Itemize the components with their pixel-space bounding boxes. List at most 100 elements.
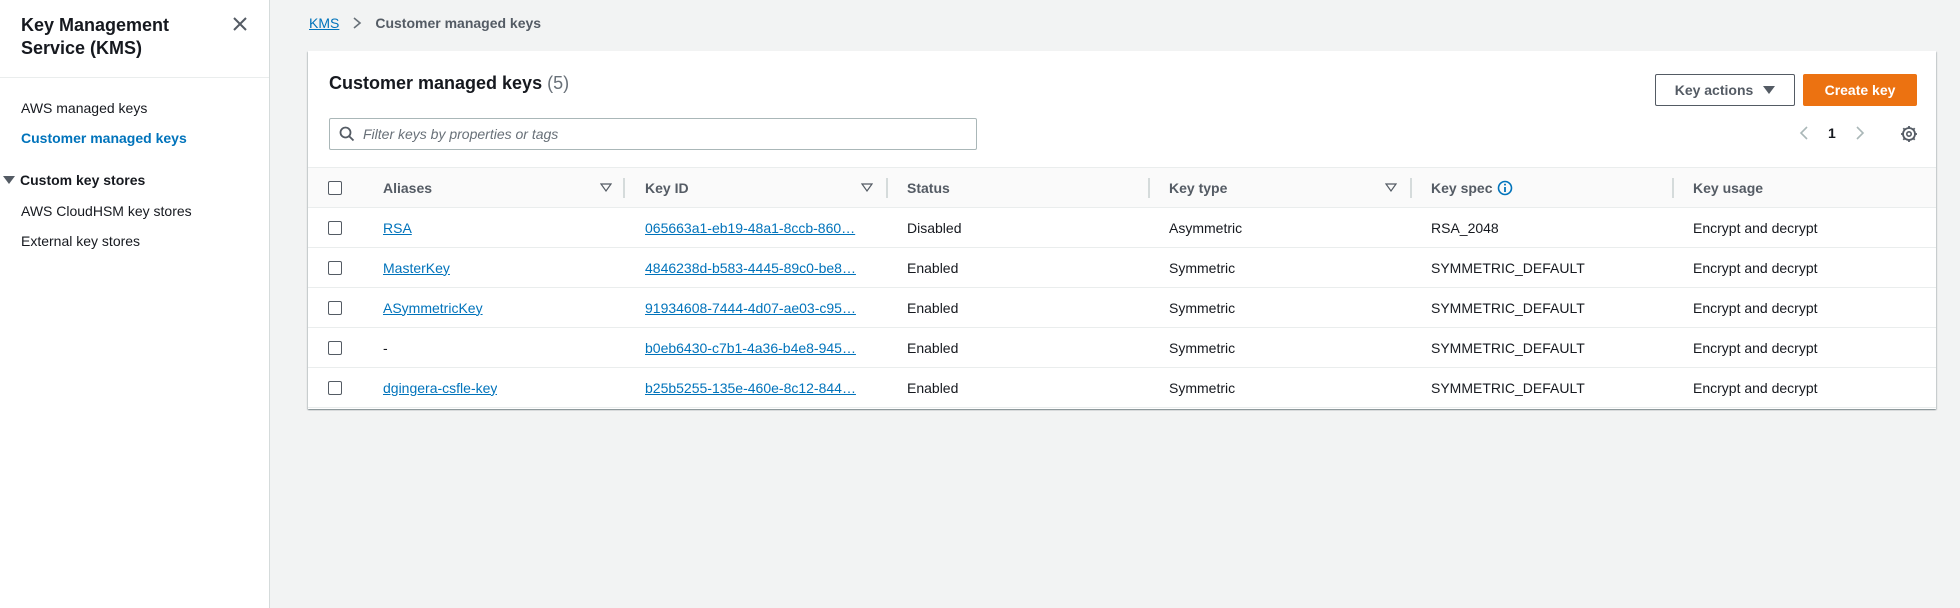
sort-icon[interactable] xyxy=(861,181,873,193)
gear-icon[interactable] xyxy=(1900,125,1918,143)
sidebar-title: Key Management Service (KMS) xyxy=(21,15,170,58)
cell-key-type: Symmetric xyxy=(1169,259,1236,276)
breadcrumb: KMS Customer managed keys xyxy=(309,15,541,31)
sidebar-item-customer-managed-keys[interactable]: Customer managed keys xyxy=(21,130,187,146)
key-actions-label: Key actions xyxy=(1674,82,1754,98)
cell-status: Enabled xyxy=(907,339,959,356)
key-id-link[interactable]: b0eb6430-c7b1-4a36-b4e8-945… xyxy=(645,340,867,356)
search-icon xyxy=(339,126,355,142)
caret-down-icon xyxy=(1763,86,1776,94)
close-icon[interactable] xyxy=(230,14,250,34)
cell-key-id: 065663a1-eb19-48a1-8ccb-860… xyxy=(645,208,867,247)
cell-key-spec: SYMMETRIC_DEFAULT xyxy=(1431,259,1585,276)
key-alias-link[interactable]: dgingera-csfle-key xyxy=(383,380,497,396)
cell-key-id: 91934608-7444-4d07-ae03-c95… xyxy=(645,288,867,327)
cell-key-usage: Encrypt and decrypt xyxy=(1693,379,1818,396)
cell-alias: ASymmetricKey xyxy=(383,288,483,327)
column-header-aliases[interactable]: Aliases xyxy=(383,168,432,207)
key-spec-label: Key spec xyxy=(1431,179,1493,196)
cell-key-type: Symmetric xyxy=(1169,339,1236,356)
row-checkbox[interactable] xyxy=(328,381,342,395)
key-alias-link[interactable]: ASymmetricKey xyxy=(383,300,483,316)
table-row[interactable]: ASymmetricKey 91934608-7444-4d07-ae03-c95… xyxy=(308,288,1936,328)
table-row[interactable]: RSA 065663a1-eb19-48a1-8ccb-860… Disabled A… xyxy=(308,208,1936,248)
search-input[interactable] xyxy=(363,126,963,142)
keys-panel: Customer managed keys (5) Key actions Cr… xyxy=(308,51,1936,409)
cell-key-usage: Encrypt and decrypt xyxy=(1693,259,1818,276)
caret-down-icon xyxy=(3,176,15,184)
cell-alias: RSA xyxy=(383,208,412,247)
table-row[interactable]: dgingera-csfle-key b25b5255-135e-460e-8c1… xyxy=(308,368,1936,408)
sidebar-section-custom-key-stores[interactable]: Custom key stores xyxy=(3,172,145,188)
key-alias-empty: - xyxy=(383,339,388,356)
cell-status: Enabled xyxy=(907,299,959,316)
page-title: Customer managed keys (5) xyxy=(329,73,569,94)
column-divider[interactable] xyxy=(1148,178,1150,198)
page-number[interactable]: 1 xyxy=(1828,125,1836,141)
cell-key-id: b0eb6430-c7b1-4a36-b4e8-945… xyxy=(645,328,867,367)
cell-key-usage: Encrypt and decrypt xyxy=(1693,219,1818,236)
sidebar-item-aws-managed-keys[interactable]: AWS managed keys xyxy=(21,100,147,116)
cell-alias: dgingera-csfle-key xyxy=(383,368,497,407)
create-key-button[interactable]: Create key xyxy=(1803,74,1917,106)
sort-icon[interactable] xyxy=(1385,181,1397,193)
table-row[interactable]: MasterKey 4846238d-b583-4445-89c0-be8… Ena… xyxy=(308,248,1936,288)
column-header-status: Status xyxy=(907,179,950,196)
sidebar: Key Management Service (KMS) AWS managed… xyxy=(0,0,270,608)
breadcrumb-kms[interactable]: KMS xyxy=(309,15,339,31)
key-id-link[interactable]: 91934608-7444-4d07-ae03-c95… xyxy=(645,300,867,316)
table-body: RSA 065663a1-eb19-48a1-8ccb-860… Disabled A… xyxy=(308,208,1936,408)
cell-key-usage: Encrypt and decrypt xyxy=(1693,339,1818,356)
column-divider[interactable] xyxy=(623,178,625,198)
key-actions-button[interactable]: Key actions xyxy=(1655,74,1795,106)
column-header-key-usage: Key usage xyxy=(1693,179,1764,196)
table-header: Aliases Key ID Status Key type Key spec … xyxy=(308,167,1936,208)
cell-key-usage: Encrypt and decrypt xyxy=(1693,299,1818,316)
cell-key-id: b25b5255-135e-460e-8c12-844… xyxy=(645,368,867,407)
cell-status: Enabled xyxy=(907,259,959,276)
key-alias-link[interactable]: MasterKey xyxy=(383,260,450,276)
chevron-right-icon[interactable] xyxy=(1854,125,1866,141)
select-all-checkbox[interactable] xyxy=(328,181,342,195)
key-id-link[interactable]: b25b5255-135e-460e-8c12-844… xyxy=(645,380,867,396)
sidebar-divider xyxy=(0,77,269,78)
key-alias-link[interactable]: RSA xyxy=(383,220,412,236)
chevron-right-icon xyxy=(353,17,362,29)
pagination: 1 xyxy=(1798,125,1866,141)
cell-key-type: Symmetric xyxy=(1169,379,1236,396)
row-checkbox[interactable] xyxy=(328,261,342,275)
cell-key-spec: RSA_2048 xyxy=(1431,219,1499,236)
cell-key-type: Symmetric xyxy=(1169,299,1236,316)
panel-title-text: Customer managed keys xyxy=(329,73,543,93)
cell-status: Enabled xyxy=(907,379,959,396)
column-header-key-id[interactable]: Key ID xyxy=(645,168,689,207)
panel-count: (5) xyxy=(547,73,570,93)
keys-table: Aliases Key ID Status Key type Key spec … xyxy=(308,167,1936,408)
sort-icon[interactable] xyxy=(600,181,612,193)
row-checkbox[interactable] xyxy=(328,341,342,355)
cell-status: Disabled xyxy=(907,219,962,236)
column-divider[interactable] xyxy=(1410,178,1412,198)
sidebar-item-external-key-stores[interactable]: External key stores xyxy=(21,233,140,249)
info-icon[interactable] xyxy=(1497,180,1513,196)
cell-key-spec: SYMMETRIC_DEFAULT xyxy=(1431,299,1585,316)
row-checkbox[interactable] xyxy=(328,301,342,315)
sidebar-item-cloudhsm-key-stores[interactable]: AWS CloudHSM key stores xyxy=(21,203,192,219)
row-checkbox[interactable] xyxy=(328,221,342,235)
column-header-key-spec: Key spec xyxy=(1431,168,1513,207)
column-divider[interactable] xyxy=(1672,178,1674,198)
column-divider[interactable] xyxy=(886,178,888,198)
cell-key-spec: SYMMETRIC_DEFAULT xyxy=(1431,379,1585,396)
cell-key-spec: SYMMETRIC_DEFAULT xyxy=(1431,339,1585,356)
sidebar-section-label: Custom key stores xyxy=(20,172,146,188)
column-header-key-type[interactable]: Key type xyxy=(1169,168,1227,207)
table-row[interactable]: - b0eb6430-c7b1-4a36-b4e8-945… Enabled Symm… xyxy=(308,328,1936,368)
cell-key-id: 4846238d-b583-4445-89c0-be8… xyxy=(645,248,867,287)
search-box[interactable] xyxy=(329,118,977,150)
key-id-link[interactable]: 065663a1-eb19-48a1-8ccb-860… xyxy=(645,220,867,236)
chevron-left-icon[interactable] xyxy=(1798,125,1810,141)
cell-alias: MasterKey xyxy=(383,248,450,287)
key-id-link[interactable]: 4846238d-b583-4445-89c0-be8… xyxy=(645,260,867,276)
cell-key-type: Asymmetric xyxy=(1169,219,1243,236)
cell-alias: - xyxy=(383,328,388,367)
